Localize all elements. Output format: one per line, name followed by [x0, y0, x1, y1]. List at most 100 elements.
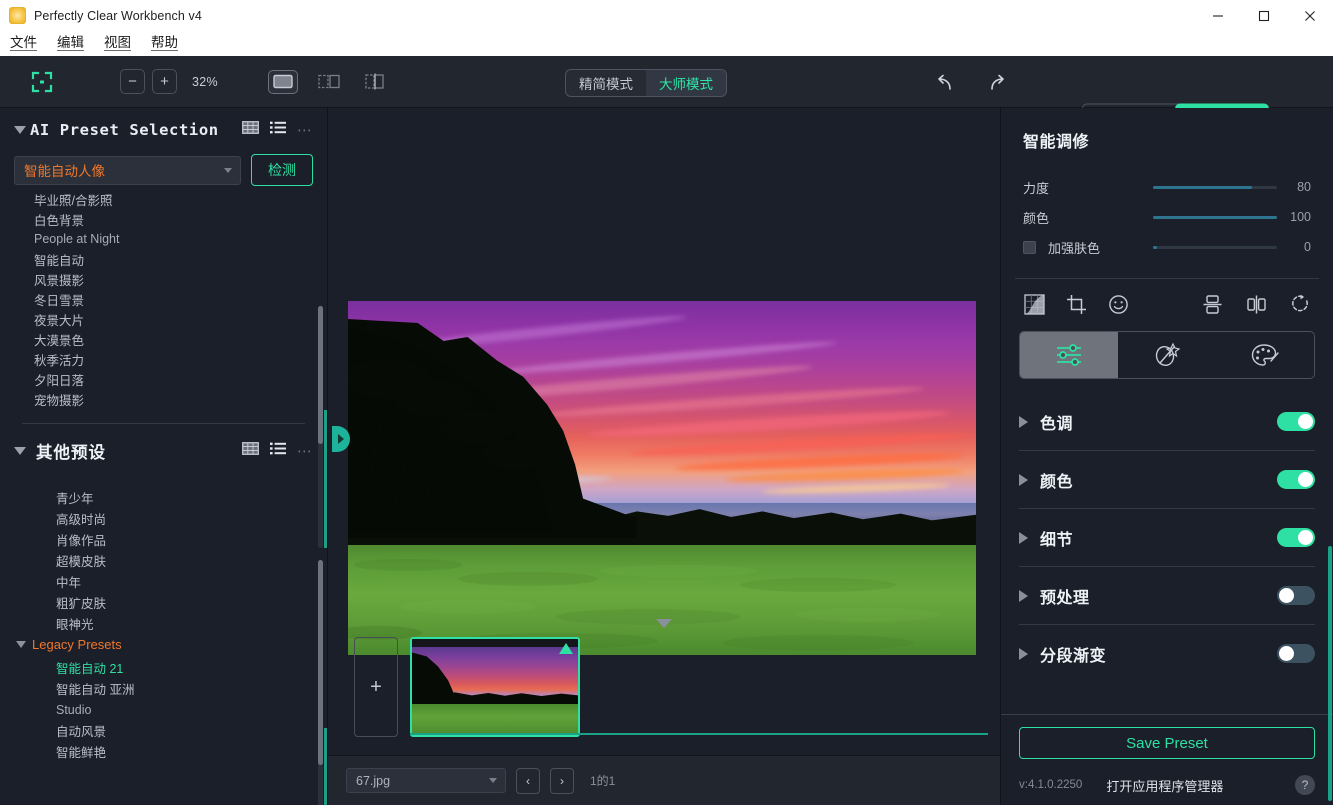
section-toggle[interactable]: [1277, 644, 1315, 663]
file-select[interactable]: 67.jpg: [346, 768, 506, 793]
menu-item-view[interactable]: 视图: [104, 36, 131, 52]
menu-item-file[interactable]: 文件: [10, 36, 37, 52]
curves-icon[interactable]: [1023, 293, 1045, 315]
section-row-preprocess[interactable]: 预处理: [1019, 567, 1315, 624]
ai-preset-select[interactable]: 智能自动人像: [14, 155, 241, 185]
crop-icon[interactable]: [1065, 293, 1087, 315]
list-item[interactable]: Studio: [0, 699, 327, 720]
slider-track[interactable]: [1153, 245, 1277, 249]
open-app-manager-link[interactable]: 打开应用程序管理器: [1106, 776, 1223, 795]
other-list-scrollbar-thumb[interactable]: [318, 560, 323, 765]
list-item[interactable]: 肖像作品: [0, 529, 327, 550]
list-item[interactable]: 粗犷皮肤: [0, 592, 327, 613]
zoom-out-button[interactable]: −: [120, 69, 145, 94]
view-compare-icon[interactable]: [360, 70, 390, 94]
list-item[interactable]: 秋季活力: [0, 349, 327, 369]
help-button[interactable]: ?: [1295, 775, 1315, 795]
chevron-down-icon[interactable]: [14, 447, 26, 455]
view-single-icon[interactable]: [267, 69, 298, 94]
close-button[interactable]: [1287, 0, 1333, 31]
list-item[interactable]: 眼神光: [0, 613, 327, 634]
list-item[interactable]: 智能自动 21: [0, 657, 327, 678]
section-toggle[interactable]: [1277, 470, 1315, 489]
list-item[interactable]: 自动风景: [0, 720, 327, 741]
chevron-down-icon[interactable]: [14, 126, 26, 134]
list-item[interactable]: 白色背景: [0, 209, 327, 229]
list-item[interactable]: 智能鲜艳: [0, 741, 327, 762]
grid-view-icon[interactable]: [242, 442, 259, 460]
minimize-button[interactable]: [1195, 0, 1241, 31]
list-item[interactable]: 宠物摄影: [0, 389, 327, 409]
face-icon[interactable]: [1107, 293, 1129, 315]
right-panel-scrollbar-thumb[interactable]: [1328, 546, 1332, 801]
canvas-area[interactable]: [328, 108, 1000, 655]
adjustments-tab-icon[interactable]: [1020, 332, 1118, 378]
redo-icon[interactable]: [984, 70, 1010, 96]
ai-list-scrollbar-thumb[interactable]: [318, 306, 323, 444]
rotate-icon[interactable]: [1289, 293, 1311, 315]
section-toggle[interactable]: [1277, 412, 1315, 431]
list-item[interactable]: 毕业照/合影照: [0, 189, 327, 209]
tool-icon-row: [1001, 279, 1333, 323]
chevron-right-icon[interactable]: [1019, 589, 1028, 602]
list-item[interactable]: 中年: [0, 571, 327, 592]
zoom-in-button[interactable]: +: [152, 69, 177, 94]
view-split-icon[interactable]: [314, 70, 344, 94]
section-row-graduated[interactable]: 分段渐变: [1019, 625, 1315, 682]
chevron-right-icon[interactable]: [1019, 415, 1028, 428]
slider-track[interactable]: [1153, 215, 1277, 219]
list-view-icon[interactable]: [270, 442, 286, 460]
chevron-down-icon[interactable]: [16, 641, 26, 648]
skin-tone-checkbox[interactable]: [1023, 240, 1036, 254]
list-item[interactable]: 超模皮肤: [0, 550, 327, 571]
other-preset-list: 青少年 高级时尚 肖像作品 超模皮肤 中年 粗犷皮肤 眼神光: [0, 478, 327, 634]
detect-button[interactable]: 检测: [251, 154, 313, 186]
legacy-presets-header[interactable]: Legacy Presets: [0, 634, 327, 655]
section-row-detail[interactable]: 细节: [1019, 509, 1315, 566]
section-toggle[interactable]: [1277, 586, 1315, 605]
main-toolbar: − + 32% 精简模式 大师模式: [0, 56, 1333, 137]
undo-icon[interactable]: [932, 70, 958, 96]
list-item[interactable]: 夕阳日落: [0, 369, 327, 389]
list-item[interactable]: 夜景大片: [0, 309, 327, 329]
section-row-tone[interactable]: 色调: [1019, 393, 1315, 450]
list-item[interactable]: 青少年: [0, 487, 327, 508]
ai-preset-section-header[interactable]: AI Preset Selection ⋯: [0, 108, 327, 152]
list-item[interactable]: 风景摄影: [0, 269, 327, 289]
next-image-button[interactable]: ›: [550, 767, 574, 794]
list-view-icon[interactable]: [270, 121, 286, 139]
slider-track[interactable]: [1153, 185, 1277, 189]
list-item[interactable]: 高级时尚: [0, 508, 327, 529]
fit-frame-icon[interactable]: [30, 70, 54, 94]
list-item[interactable]: 冬日雪景: [0, 289, 327, 309]
chevron-right-icon[interactable]: [1019, 473, 1028, 486]
chevron-right-icon[interactable]: [1019, 531, 1028, 544]
save-preset-button[interactable]: Save Preset: [1019, 727, 1315, 759]
list-item[interactable]: People at Night: [0, 229, 327, 249]
flip-vertical-icon[interactable]: [1201, 293, 1223, 315]
chevron-down-icon[interactable]: [656, 619, 672, 628]
list-item[interactable]: 智能自动 亚洲: [0, 678, 327, 699]
prev-image-button[interactable]: ‹: [516, 767, 540, 794]
maximize-button[interactable]: [1241, 0, 1287, 31]
list-item[interactable]: 智能自动: [0, 249, 327, 269]
more-options-icon[interactable]: ⋯: [297, 123, 313, 138]
mode-simple-button[interactable]: 精简模式: [566, 70, 646, 96]
menu-item-edit[interactable]: 编辑: [57, 36, 84, 52]
flip-horizontal-icon[interactable]: [1245, 293, 1267, 315]
chevron-right-icon[interactable]: [1019, 647, 1028, 660]
add-image-button[interactable]: +: [354, 637, 398, 737]
menu-item-help[interactable]: 帮助: [151, 36, 178, 52]
palette-tab-icon[interactable]: [1216, 332, 1314, 378]
grid-view-icon[interactable]: [242, 121, 259, 139]
preview-image[interactable]: [348, 301, 976, 655]
mode-master-button[interactable]: 大师模式: [646, 70, 726, 96]
list-item[interactable]: 大漠景色: [0, 329, 327, 349]
other-preset-section-header[interactable]: 其他预设 ⋯: [0, 424, 327, 478]
section-toggle[interactable]: [1277, 528, 1315, 547]
left-panel-scroll-area[interactable]: AI Preset Selection ⋯ 智能自动人像 检测 毕业照/合影照 …: [0, 108, 327, 805]
more-options-icon[interactable]: ⋯: [297, 444, 313, 459]
section-row-color[interactable]: 颜色: [1019, 451, 1315, 508]
filmstrip-thumbnail[interactable]: [410, 637, 580, 737]
magic-wand-tab-icon[interactable]: [1118, 332, 1216, 378]
